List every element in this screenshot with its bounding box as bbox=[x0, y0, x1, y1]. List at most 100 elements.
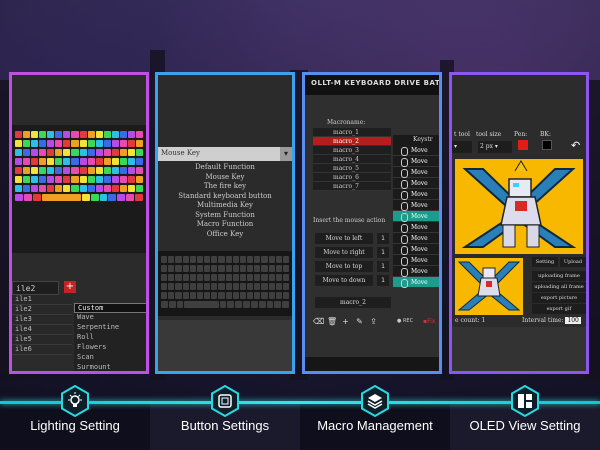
profile-item[interactable]: ile6 bbox=[12, 345, 72, 355]
keyboard-row bbox=[15, 149, 143, 156]
macro-item[interactable]: macro_3 bbox=[313, 146, 391, 155]
keyboard-key bbox=[63, 158, 71, 165]
upload-icon[interactable]: ⇪ bbox=[369, 317, 378, 326]
tool-select[interactable]: ▾ bbox=[452, 141, 472, 153]
key-type-select[interactable]: Mouse Key ▾ bbox=[158, 147, 292, 161]
keyboard-key bbox=[119, 158, 127, 165]
macro-item[interactable]: macro_7 bbox=[313, 182, 391, 191]
delete-icon[interactable]: 🗑 bbox=[327, 317, 337, 326]
keystroke-item[interactable]: Move bbox=[393, 189, 439, 200]
keystroke-item[interactable]: Move bbox=[393, 167, 439, 178]
function-item[interactable]: Mouse Key bbox=[158, 173, 292, 183]
effect-item[interactable]: Serpentine bbox=[74, 323, 146, 333]
function-item[interactable]: Multimedia Key bbox=[158, 201, 292, 211]
keystroke-item[interactable]: Move bbox=[393, 277, 439, 288]
macro-item[interactable]: macro_2 bbox=[313, 137, 391, 146]
oled-action-button[interactable]: export picture bbox=[532, 293, 586, 303]
effect-item[interactable]: Roll bbox=[74, 333, 146, 343]
background-color-swatch[interactable] bbox=[542, 140, 552, 150]
profile-item[interactable]: ile4 bbox=[12, 325, 72, 335]
undo-icon[interactable]: ↶ bbox=[571, 139, 580, 152]
keystroke-item[interactable]: Move bbox=[393, 244, 439, 255]
move-amount-input[interactable]: 1 bbox=[377, 261, 389, 272]
pen-color-swatch[interactable] bbox=[518, 140, 528, 150]
effect-item[interactable]: Flowers bbox=[74, 343, 146, 353]
tool-size-label: tool size bbox=[476, 131, 502, 138]
erase-icon[interactable]: ⌫ bbox=[313, 317, 324, 326]
function-item[interactable]: System Function bbox=[158, 211, 292, 221]
profile-item[interactable]: ile1 bbox=[12, 295, 72, 305]
effect-item[interactable]: Speed bbox=[74, 373, 149, 374]
keystroke-item[interactable]: Move bbox=[393, 178, 439, 189]
keystroke-item[interactable]: Move bbox=[393, 145, 439, 156]
oled-canvas[interactable] bbox=[455, 159, 583, 254]
keyboard-key bbox=[127, 131, 135, 138]
tab-setting[interactable]: Setting bbox=[532, 257, 558, 267]
keystroke-item[interactable]: Move bbox=[393, 211, 439, 222]
macro-item[interactable]: macro_5 bbox=[313, 164, 391, 173]
tab-upload[interactable]: Upload bbox=[560, 257, 586, 267]
keyboard-key bbox=[239, 256, 247, 263]
profile-select[interactable]: ile2 bbox=[12, 281, 59, 295]
move-action-button[interactable]: Move to right bbox=[315, 247, 373, 258]
macro-item[interactable]: macro_4 bbox=[313, 155, 391, 164]
move-amount-input[interactable]: 1 bbox=[377, 275, 389, 286]
interval-input[interactable]: 100 bbox=[565, 317, 581, 324]
keyboard-key bbox=[176, 301, 184, 308]
fix-toggle[interactable]: ▪Fix bbox=[423, 318, 435, 325]
add-profile-button[interactable]: + bbox=[64, 281, 76, 293]
macro-item[interactable]: macro_6 bbox=[313, 173, 391, 182]
effect-item[interactable]: Scan bbox=[74, 353, 146, 363]
keyboard-key bbox=[168, 301, 176, 308]
move-amount-input[interactable]: 1 bbox=[377, 247, 389, 258]
macro-panel: OLLT-M KEYBOARD DRIVE BATTERY Macroname:… bbox=[302, 72, 442, 374]
function-item[interactable]: Standard keyboard button bbox=[158, 192, 292, 202]
move-amount-input[interactable]: 1 bbox=[377, 233, 389, 244]
edit-icon[interactable]: ✎ bbox=[355, 317, 364, 326]
move-action-button[interactable]: Move to left bbox=[315, 233, 373, 244]
keystroke-item[interactable]: Move bbox=[393, 255, 439, 266]
move-action-button[interactable]: Move to down bbox=[315, 275, 373, 286]
oled-action-button[interactable]: uploading all frame bbox=[532, 282, 586, 292]
keystroke-item[interactable]: Move bbox=[393, 200, 439, 211]
oled-action-button[interactable]: export gif bbox=[532, 304, 586, 314]
keyboard-key bbox=[87, 176, 95, 183]
keyboard-key bbox=[282, 301, 290, 308]
keystroke-item[interactable]: Move bbox=[393, 156, 439, 167]
pen-label: Pen: bbox=[514, 131, 528, 138]
keyboard-key bbox=[227, 301, 235, 308]
bulb-icon bbox=[60, 385, 90, 417]
profile-item[interactable]: ile5 bbox=[12, 335, 72, 345]
macro-item[interactable]: macro_1 bbox=[313, 128, 391, 137]
chevron-down-icon[interactable]: ▾ bbox=[280, 147, 292, 161]
effect-item[interactable]: Wave bbox=[74, 313, 146, 323]
oled-frame-preview[interactable] bbox=[455, 258, 523, 315]
function-item[interactable]: The fire key bbox=[158, 182, 292, 192]
add-icon[interactable]: + bbox=[341, 317, 350, 326]
macro-list: macro_1 macro_2 macro_3 macro_4 macro_5 macro… bbox=[313, 128, 391, 191]
macro-name-field[interactable]: macro_2 bbox=[315, 297, 391, 308]
effect-item[interactable]: Custom bbox=[74, 303, 146, 313]
tool-size-select[interactable]: 2 px ▾ bbox=[478, 141, 512, 153]
effect-item[interactable]: Surmount bbox=[74, 363, 146, 371]
profile-item[interactable]: ile2 bbox=[12, 305, 72, 315]
profile-item[interactable]: ile3 bbox=[12, 315, 72, 325]
function-item[interactable]: Default Function bbox=[158, 163, 292, 173]
keyboard-key bbox=[219, 301, 227, 308]
keyboard-key bbox=[196, 292, 204, 299]
keyboard-key bbox=[175, 283, 182, 290]
rec-toggle[interactable]: ● REC bbox=[397, 318, 413, 324]
tab-label: Button Settings bbox=[180, 418, 270, 433]
keystroke-item[interactable]: Move bbox=[393, 222, 439, 233]
keyboard-key bbox=[135, 194, 143, 201]
keystroke-item[interactable]: Move bbox=[393, 233, 439, 244]
move-action-button[interactable]: Move to top bbox=[315, 261, 373, 272]
keyboard-key bbox=[127, 167, 135, 174]
keyboard-key bbox=[119, 167, 127, 174]
keyboard-key bbox=[79, 140, 87, 147]
oled-action-button[interactable]: uploading frame bbox=[532, 271, 586, 281]
function-item[interactable]: Office Key bbox=[158, 230, 292, 240]
keystroke-item[interactable]: Move bbox=[393, 266, 439, 277]
keyboard-key bbox=[182, 283, 189, 290]
function-item[interactable]: Macro Function bbox=[158, 220, 292, 230]
